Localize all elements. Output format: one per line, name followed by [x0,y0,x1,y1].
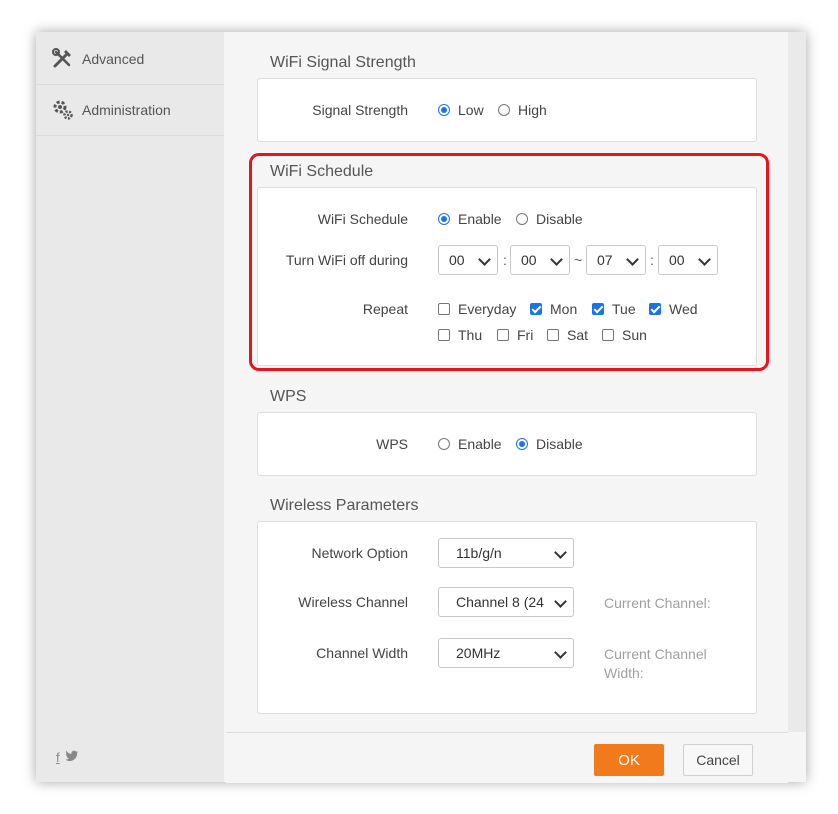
wps-disable-radio[interactable]: Disable [516,436,583,452]
channel-width-label: Channel Width [316,645,408,661]
current-channel-label: Current Channel: [604,595,711,611]
sidebar-item-administration[interactable]: Administration [36,85,224,136]
wps-label: WPS [376,436,408,452]
sidebar-item-advanced[interactable]: Advanced [36,34,224,85]
gears-icon [52,99,74,121]
radio-label: Enable [458,436,502,452]
wireless-channel-select[interactable]: Channel 8 (24 [438,587,574,617]
network-option-label: Network Option [311,545,408,561]
select-value: Channel 8 (24 [456,594,544,610]
channel-width-select[interactable]: 20MHz [438,638,574,668]
tools-icon [52,48,74,70]
cancel-button[interactable]: Cancel [683,744,753,776]
radio-unchecked-icon [498,104,510,116]
ok-button[interactable]: OK [594,744,664,776]
chevron-down-icon [554,546,567,559]
select-value: 11b/g/n [456,545,502,561]
wps-enable-radio[interactable]: Enable [438,436,502,452]
signal-strength-label: Signal Strength [312,102,408,118]
chevron-down-icon [554,646,567,659]
signal-high-radio[interactable]: High [498,102,547,118]
highlight-annotation [249,153,769,371]
section-title-wps: WPS [270,388,307,405]
sidebar-item-label: Administration [82,102,171,118]
select-value: 20MHz [456,645,501,661]
radio-checked-icon [438,104,450,116]
sidebar-item-label: Advanced [82,51,145,67]
section-title-signal-strength: WiFi Signal Strength [270,54,416,71]
radio-checked-icon [516,438,528,450]
radio-label: High [518,102,547,118]
current-channel-width-label: Current Channel Width: [604,646,707,681]
radio-label: Low [458,102,484,118]
scrollbar[interactable] [788,32,806,732]
signal-low-radio[interactable]: Low [438,102,484,118]
radio-unchecked-icon [438,438,450,450]
facebook-icon[interactable]: f [56,750,60,765]
section-title-wireless: Wireless Parameters [270,497,419,514]
chevron-down-icon [554,595,567,608]
social-links: f [56,750,79,765]
radio-label: Disable [536,436,583,452]
sidebar: Advanced Administration [36,32,224,782]
twitter-icon[interactable] [64,750,79,765]
wireless-channel-label: Wireless Channel [298,594,408,610]
network-option-select[interactable]: 11b/g/n [438,538,574,568]
